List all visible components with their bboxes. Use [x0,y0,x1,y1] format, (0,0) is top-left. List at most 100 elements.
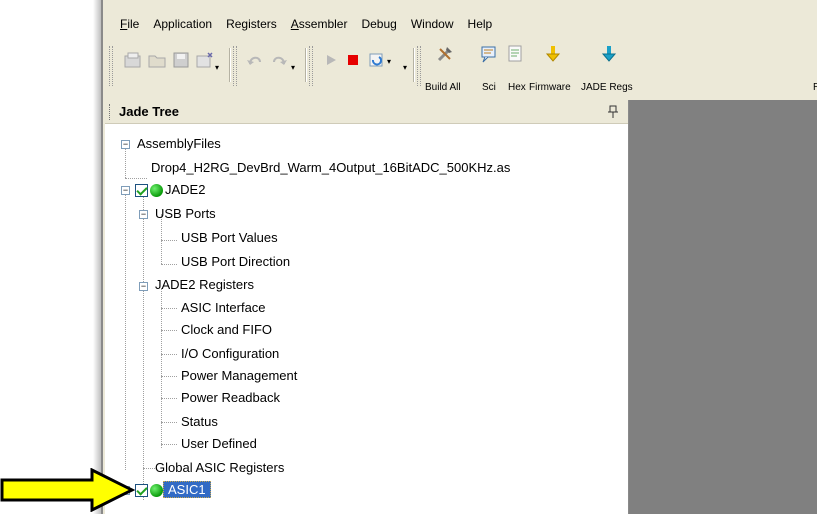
download-arrow-yellow-icon [545,46,561,62]
tree-connector [125,178,147,179]
tree-connector [161,264,177,265]
menu-help[interactable]: Help [461,14,500,34]
tree-node-status[interactable]: Status [181,411,218,433]
collapse-toggle[interactable]: − [121,140,130,149]
run-button[interactable] [321,50,341,70]
jade2-checkbox[interactable] [135,184,148,197]
toolbar-separator [305,48,307,82]
tree-node-usb-port-direction[interactable]: USB Port Direction [181,251,290,273]
tree-node-usb-ports[interactable]: USB Ports [155,203,216,225]
redo-button[interactable] [269,50,289,70]
menu-assembler-label: ssembler [298,17,348,31]
tree-connector [161,398,177,399]
tree-view: − AssemblyFiles Drop4_H2RG_DevBrd_Warm_4… [105,124,628,514]
panel-header: Jade Tree [105,100,628,124]
collapse-toggle[interactable]: − [121,186,130,195]
pointer-arrow-icon [0,468,136,512]
tree-node-power-management[interactable]: Power Management [181,365,297,387]
workspace-area [629,100,817,514]
save-icon [173,52,189,68]
menu-assembler[interactable]: Assembler [284,14,355,34]
tree-connector [161,288,162,448]
menu-file-label: ile [127,17,140,31]
jade-tree-panel: Jade Tree − AssemblyFiles Drop4_H2RG_Dev… [105,100,629,514]
status-green-icon [150,184,163,197]
menu-window[interactable]: Window [404,14,461,34]
pin-icon[interactable] [608,105,618,119]
tree-connector [125,190,126,470]
tree-node-assembly-file[interactable]: Drop4_H2RG_DevBrd_Warm_4Output_16BitADC_… [151,157,510,179]
toolbar-separator [229,48,231,82]
tree-node-power-readback[interactable]: Power Readback [181,387,280,409]
jade-regs-button[interactable] [599,44,619,64]
tree-connector [143,190,144,500]
tree-node-usb-port-values[interactable]: USB Port Values [181,227,278,249]
sci-label: Sci [482,82,496,93]
open-folder-icon [148,55,166,68]
download-arrow-teal-icon [601,46,617,62]
tree-node-io-configuration[interactable]: I/O Configuration [181,343,279,365]
panel-title: Jade Tree [119,104,179,119]
build-all-button[interactable] [435,44,455,64]
run-dropdown-icon[interactable]: ▾ [403,64,411,72]
file-dropdown-icon[interactable]: ▾ [215,64,223,72]
tree-connector [161,422,177,423]
tree-connector [161,444,177,445]
open-button[interactable] [147,50,167,70]
edit-dropdown-icon[interactable]: ▾ [291,64,299,72]
collapse-toggle[interactable]: − [139,282,148,291]
refresh-dropdown-icon[interactable]: ▾ [387,58,395,66]
toolbar-separator [413,48,415,82]
truncated-toolbar-label: R [813,82,817,94]
collapse-toggle[interactable]: − [139,210,148,219]
tree-node-jade2-registers[interactable]: JADE2 Registers [155,274,254,296]
firmware-label: Firmware [529,82,571,93]
menu-bar: File Application Registers Assembler Deb… [113,14,499,34]
jade-regs-label: JADE Regs [581,82,633,93]
new-project-button[interactable] [123,50,143,70]
menu-application[interactable]: Application [146,14,219,34]
tree-node-asic1[interactable]: ASIC1 [163,479,211,501]
hex-label: Hex [508,82,526,93]
panel-grip[interactable] [109,104,112,120]
toolbar-grip-1[interactable] [109,46,113,86]
build-tools-icon [437,47,452,62]
save-button[interactable] [171,50,191,70]
hex-file-icon [508,45,522,62]
sci-button[interactable] [479,44,499,64]
menu-file[interactable]: File [113,14,146,34]
tree-node-asic1-label: ASIC1 [163,481,211,498]
tree-node-clock-fifo[interactable]: Clock and FIFO [181,319,272,341]
tree-node-jade2[interactable]: JADE2 [165,179,205,201]
toolbar: ▾ ▾ ▾ ▾ Build All Sci Hex Firmware JADE … [109,42,817,100]
sci-icon [481,46,496,63]
stop-button[interactable] [343,50,363,70]
toolbar-grip-4[interactable] [417,46,421,86]
refresh-button[interactable] [367,50,387,70]
tree-node-user-defined[interactable]: User Defined [181,433,257,455]
toolbar-grip-3[interactable] [309,46,313,86]
tree-node-global-asic-registers[interactable]: Global ASIC Registers [155,457,284,479]
redo-icon [273,56,287,65]
toolbar-grip-2[interactable] [233,46,237,86]
refresh-icon [369,53,383,67]
undo-button[interactable] [245,50,265,70]
new-project-icon [124,52,141,68]
close-project-button[interactable] [195,50,215,70]
menu-registers[interactable]: Registers [219,14,284,34]
play-icon [327,55,336,65]
tree-connector [161,330,177,331]
stop-icon [348,55,358,65]
tree-node-assembly-files[interactable]: AssemblyFiles [137,133,221,155]
firmware-button[interactable] [543,44,563,64]
application-window: File Application Registers Assembler Deb… [101,0,817,514]
hex-button[interactable] [505,44,525,64]
menu-assembler-accel: A [290,17,299,31]
tree-connector [161,354,177,355]
menu-debug[interactable]: Debug [354,14,403,34]
tree-connector [161,240,177,241]
tree-connector [161,376,177,377]
undo-icon [247,56,261,65]
window-shadow [93,0,101,514]
tree-node-asic-interface[interactable]: ASIC Interface [181,297,266,319]
